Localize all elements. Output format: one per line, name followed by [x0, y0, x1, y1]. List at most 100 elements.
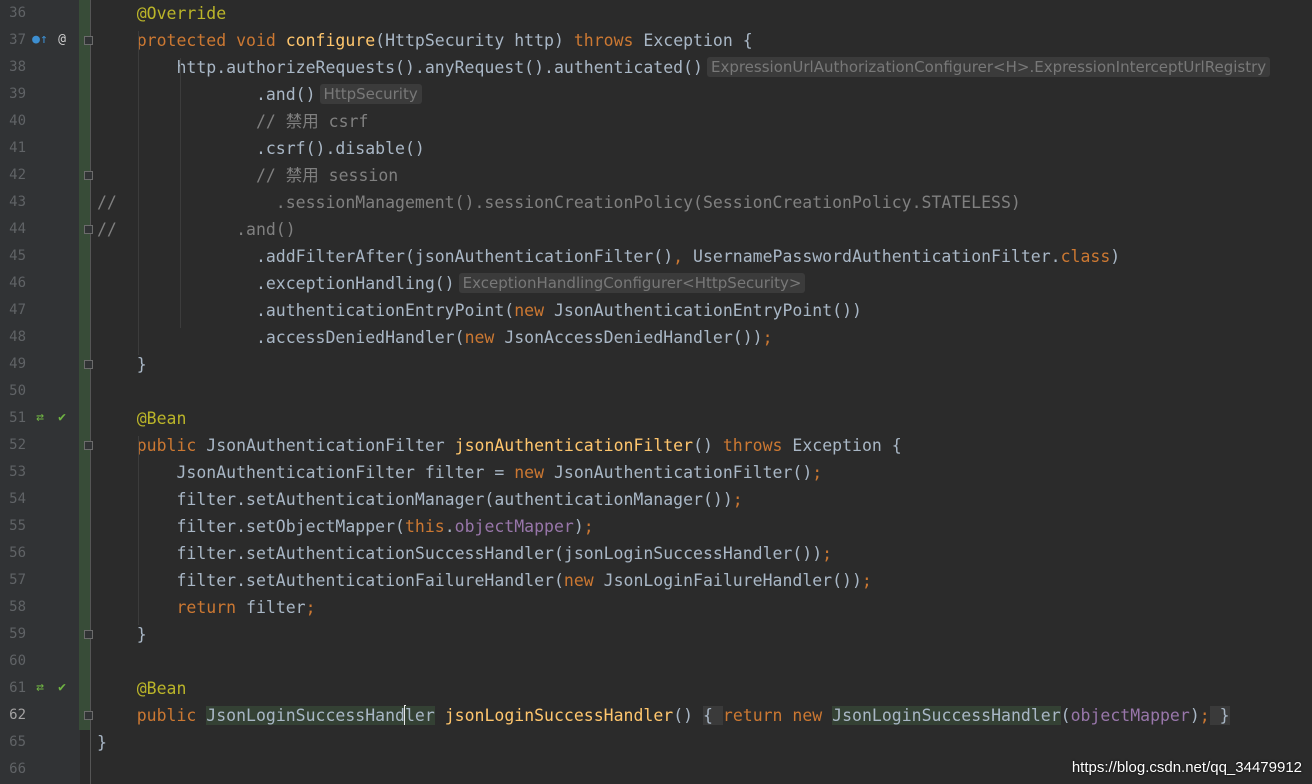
code-token: new	[563, 571, 604, 590]
override-method-icon[interactable]: ●↑	[32, 32, 48, 48]
code-line[interactable]: 55 filter.setObjectMapper(this.objectMap…	[0, 513, 1312, 540]
bean-navigate-icon[interactable]: ⇄	[32, 410, 48, 426]
code-line[interactable]: 60	[0, 648, 1312, 675]
code-token: ;	[732, 490, 743, 509]
code-line[interactable]: 57 filter.setAuthenticationFailureHandle…	[0, 567, 1312, 594]
code-token: .authenticationEntryPoint(	[97, 301, 515, 320]
code-line[interactable]: 65}	[0, 729, 1312, 756]
fold-marker-icon[interactable]	[84, 36, 93, 45]
code-line[interactable]: 49 }	[0, 351, 1312, 378]
annotation-icon[interactable]: @	[54, 32, 70, 48]
code-text[interactable]: public JsonLoginSuccessHandler jsonLogin…	[97, 702, 1230, 729]
code-text[interactable]: // .and()	[97, 216, 296, 243]
code-line[interactable]: 56 filter.setAuthenticationSuccessHandle…	[0, 540, 1312, 567]
code-token: // 禁用 session	[97, 166, 399, 185]
code-line[interactable]: 42 // 禁用 session	[0, 162, 1312, 189]
code-token: JsonLoginSuccessHand	[206, 706, 405, 725]
line-number: 37	[9, 32, 26, 48]
code-line[interactable]: 47 .authenticationEntryPoint(new JsonAut…	[0, 297, 1312, 324]
code-token: Exception {	[792, 436, 902, 455]
code-line[interactable]: 53 JsonAuthenticationFilter filter = new…	[0, 459, 1312, 486]
code-line[interactable]: 44 // .and()	[0, 216, 1312, 243]
code-text[interactable]: .exceptionHandling() ExceptionHandlingCon…	[97, 270, 806, 297]
code-line[interactable]: 52 public JsonAuthenticationFilter jsonA…	[0, 432, 1312, 459]
fold-marker-icon[interactable]	[84, 225, 93, 234]
code-token: ;	[762, 328, 773, 347]
code-editor[interactable]: 36 @Override 37 ●↑ @ protected void configu…	[0, 0, 1312, 784]
code-text[interactable]: @Bean	[97, 405, 187, 432]
code-text[interactable]: filter.setObjectMapper(this.objectMapper…	[97, 513, 593, 540]
code-text[interactable]: filter.setAuthenticationFailureHandler(n…	[97, 567, 872, 594]
code-line[interactable]: 46 .exceptionHandling() ExceptionHandling…	[0, 270, 1312, 297]
code-token: ;	[861, 571, 872, 590]
code-line[interactable]: 54 filter.setAuthenticationManager(authe…	[0, 486, 1312, 513]
code-token: (HttpSecurity http)	[375, 31, 574, 50]
code-line[interactable]: 45 .addFilterAfter(jsonAuthenticationFil…	[0, 243, 1312, 270]
code-line[interactable]: 43 // .sessionManagement().sessionCreatio…	[0, 189, 1312, 216]
code-line[interactable]: 58 return filter;	[0, 594, 1312, 621]
code-token: )	[573, 517, 584, 536]
line-number: 51	[9, 410, 26, 426]
code-token: )	[1189, 706, 1200, 725]
code-text[interactable]: .authenticationEntryPoint(new JsonAuthen…	[97, 297, 862, 324]
code-text[interactable]: }	[97, 351, 147, 378]
line-number: 55	[9, 518, 26, 534]
line-number: 54	[9, 491, 26, 507]
code-token: filter.setAuthenticationManager(authenti…	[97, 490, 733, 509]
code-text[interactable]: .csrf().disable()	[97, 135, 425, 162]
code-line[interactable]: 62 public JsonLoginSuccessHandler jsonLo…	[0, 702, 1312, 729]
code-text[interactable]: filter.setAuthenticationSuccessHandler(j…	[97, 540, 832, 567]
code-text[interactable]: // 禁用 session	[97, 162, 398, 189]
fold-marker-icon[interactable]	[84, 441, 93, 450]
code-line[interactable]: 51 ⇄ ✔ @Bean	[0, 405, 1312, 432]
code-text[interactable]: }	[97, 729, 107, 756]
line-number: 46	[9, 275, 26, 291]
code-line[interactable]: 41 .csrf().disable()	[0, 135, 1312, 162]
code-text[interactable]: .addFilterAfter(jsonAuthenticationFilter…	[97, 243, 1120, 270]
code-token: ;	[822, 544, 833, 563]
fold-marker-icon[interactable]	[84, 360, 93, 369]
code-line[interactable]: 37 ●↑ @ protected void configure(HttpSecur…	[0, 27, 1312, 54]
code-text[interactable]: }	[97, 621, 147, 648]
code-text[interactable]: .and() HttpSecurity	[97, 81, 422, 108]
code-line[interactable]: 38 http.authorizeRequests().anyRequest()…	[0, 54, 1312, 81]
code-line[interactable]: 39 .and() HttpSecurity	[0, 81, 1312, 108]
bean-navigate-icon[interactable]: ⇄	[32, 680, 48, 696]
code-line[interactable]: 36 @Override	[0, 0, 1312, 27]
fold-marker-icon[interactable]	[84, 711, 93, 720]
code-line[interactable]: 59 }	[0, 621, 1312, 648]
code-line[interactable]: 50	[0, 378, 1312, 405]
code-text[interactable]: @Bean	[97, 675, 187, 702]
fold-marker-icon[interactable]	[84, 630, 93, 639]
bean-check-icon[interactable]: ✔	[54, 410, 70, 426]
fold-marker-icon[interactable]	[84, 171, 93, 180]
code-line[interactable]: 61 ⇄ ✔ @Bean	[0, 675, 1312, 702]
code-token: configure	[285, 31, 376, 50]
code-text[interactable]: public JsonAuthenticationFilter jsonAuth…	[97, 432, 902, 459]
code-token: objectMapper	[1070, 706, 1190, 725]
code-line[interactable]: 40 // 禁用 csrf	[0, 108, 1312, 135]
code-text[interactable]: http.authorizeRequests().anyRequest().au…	[97, 54, 1271, 81]
code-text[interactable]: // .sessionManagement().sessionCreationP…	[97, 189, 1021, 216]
indent-guide	[138, 31, 139, 355]
line-number: 56	[9, 545, 26, 561]
code-text[interactable]: JsonAuthenticationFilter filter = new Js…	[97, 459, 822, 486]
code-text[interactable]: return filter;	[97, 594, 315, 621]
code-token: // .and()	[97, 220, 296, 239]
code-text[interactable]: protected void configure(HttpSecurity ht…	[97, 27, 753, 54]
code-token: objectMapper	[454, 517, 574, 536]
indent-guide	[138, 436, 139, 625]
code-token: ()	[693, 436, 723, 455]
code-token: throws	[573, 31, 644, 50]
code-token: ,	[673, 247, 694, 266]
code-text[interactable]: @Override	[97, 0, 226, 27]
code-line[interactable]: 48 .accessDeniedHandler(new JsonAccessDe…	[0, 324, 1312, 351]
code-text[interactable]: .accessDeniedHandler(new JsonAccessDenie…	[97, 324, 773, 351]
code-text[interactable]: filter.setAuthenticationManager(authenti…	[97, 486, 743, 513]
code-token: new	[514, 301, 554, 320]
code-token: JsonAuthenticationFilter filter =	[97, 463, 515, 482]
line-number: 41	[9, 140, 26, 156]
line-number: 61	[9, 680, 26, 696]
bean-check-icon[interactable]: ✔	[54, 680, 70, 696]
